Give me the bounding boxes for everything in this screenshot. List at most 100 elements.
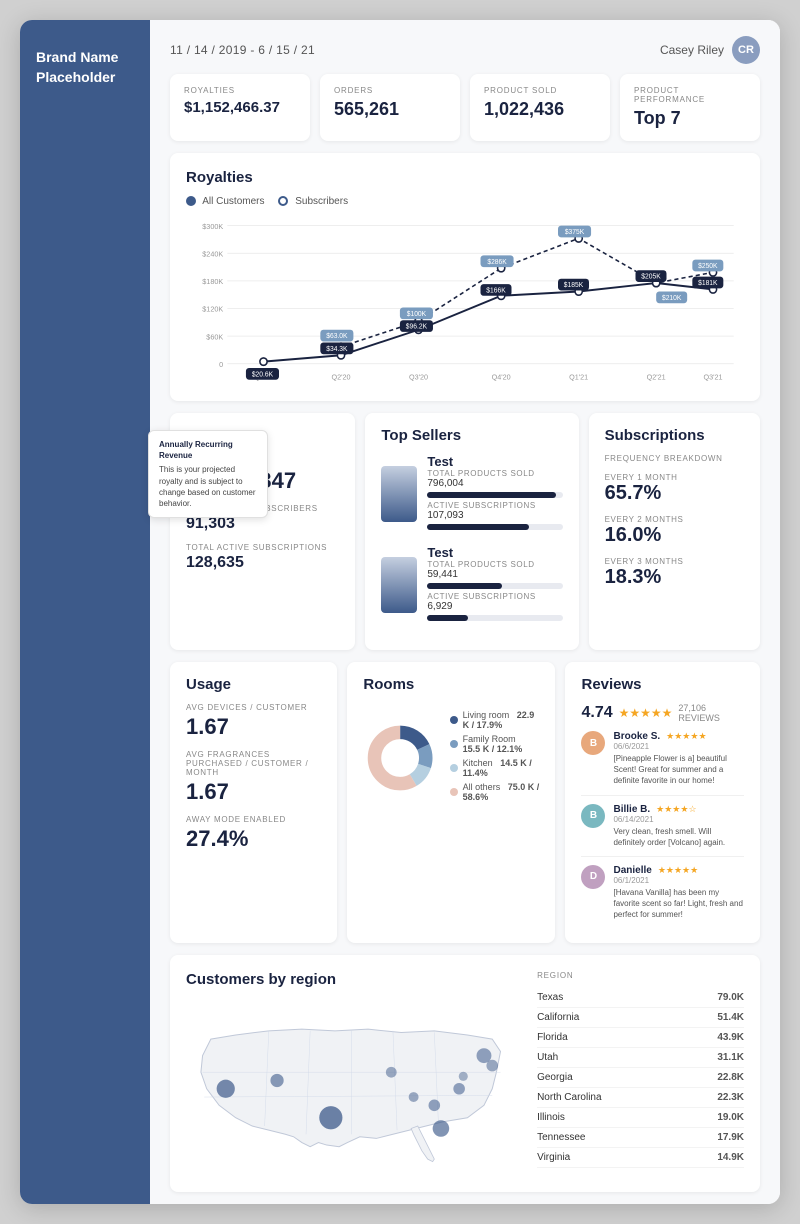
rooms-card: Rooms	[347, 662, 555, 943]
svg-text:$34.3K: $34.3K	[326, 346, 348, 353]
region-row-6: Illinois 19.0K	[537, 1108, 744, 1128]
reviewer-avatar-2: D	[581, 865, 605, 889]
subscriptions-card: Subscriptions FREQUENCY BREAKDOWN EVERY …	[589, 413, 760, 650]
review-text-0: [Pineapple Flower is a] beautiful Scent!…	[613, 753, 744, 787]
region-val-6: 19.0K	[717, 1112, 744, 1123]
seller-subs-val-1: 6,929	[427, 601, 562, 612]
svg-text:Q2'20: Q2'20	[331, 373, 350, 382]
devices-value: 1.67	[186, 714, 321, 740]
seller-subs-label-1: ACTIVE SUBSCRIPTIONS	[427, 592, 562, 601]
kpi-products-value: 1,022,436	[484, 99, 596, 120]
legend-sub: Subscribers	[278, 196, 348, 207]
region-name-3: Utah	[537, 1052, 558, 1063]
fragrances-value: 1.67	[186, 779, 321, 805]
kpi-royalties-value: $1,152,466.37	[184, 99, 296, 116]
donut-wrap: Living room 22.9 K / 17.9% Family Room 1…	[363, 703, 539, 813]
us-map-svg	[186, 1006, 517, 1172]
legend-family-room: Family Room 15.5 K / 12.1%	[450, 734, 540, 754]
bottom-mid-row: Usage AVG DEVICES / CUSTOMER 1.67 AVG FR…	[150, 662, 780, 955]
freq-item-2: EVERY 3 MONTHS 18.3%	[605, 557, 744, 589]
seller-products-val-1: 59,441	[427, 569, 562, 580]
sellers-title: Top Sellers	[381, 427, 562, 444]
region-val-8: 14.9K	[717, 1152, 744, 1163]
legend-kitchen-text: Kitchen 14.5 K / 11.4%	[463, 758, 540, 778]
reviewer-avatar-0: B	[581, 731, 605, 755]
freq-value-1: 16.0%	[605, 524, 744, 547]
freq-label-0: EVERY 1 MONTH	[605, 473, 744, 482]
kpi-performance: PRODUCT PERFORMANCE Top 7	[620, 74, 760, 141]
overall-stars: ★★★★★	[619, 706, 673, 720]
seller-name-0: Test	[427, 454, 562, 469]
review-text-2: [Havana Vanilla] has been my favorite sc…	[613, 887, 744, 921]
kpi-orders-label: ORDERS	[334, 86, 446, 95]
region-name-4: Georgia	[537, 1072, 573, 1083]
main-content: 11 / 14 / 2019 - 6 / 15 / 21 Casey Riley…	[150, 20, 780, 1204]
seller-subs-label-0: ACTIVE SUBSCRIPTIONS	[427, 501, 562, 510]
reviews-count: 27,106 REVIEWS	[678, 703, 744, 723]
subs-subtitle: FREQUENCY BREAKDOWN	[605, 454, 744, 463]
fragrances-label: AVG FRAGRANCES PURCHASED / CUSTOMER / MO…	[186, 750, 321, 777]
region-val-2: 43.9K	[717, 1032, 744, 1043]
svg-text:Q2'21: Q2'21	[647, 373, 666, 382]
reviewer-name-0: Brooke S.	[613, 731, 660, 742]
seller-products-val-0: 796,004	[427, 478, 562, 489]
devices-label: AVG DEVICES / CUSTOMER	[186, 703, 321, 712]
region-name-7: Tennessee	[537, 1132, 585, 1143]
reviewer-avatar-1: B	[581, 804, 605, 828]
region-row-0: Texas 79.0K	[537, 988, 744, 1008]
svg-text:$286K: $286K	[487, 259, 507, 266]
svg-text:Q3'20: Q3'20	[409, 373, 428, 382]
review-content-2: Danielle ★★★★★ 06/1/2021 [Havana Vanilla…	[613, 865, 744, 921]
top-bar: 11 / 14 / 2019 - 6 / 15 / 21 Casey Riley…	[150, 20, 780, 74]
region-val-3: 31.1K	[717, 1052, 744, 1063]
avatar: CR	[732, 36, 760, 64]
svg-text:$120K: $120K	[202, 305, 223, 314]
reviewer-stars-0: ★★★★★	[666, 731, 706, 742]
freq-value-0: 65.7%	[605, 482, 744, 505]
review-item-1: B Billie B. ★★★★☆ 06/14/2021 Very clean,…	[581, 804, 744, 857]
products-bar-fill-0	[427, 492, 555, 498]
svg-text:$180K: $180K	[202, 277, 223, 286]
svg-text:$300K: $300K	[202, 222, 223, 231]
review-content-0: Brooke S. ★★★★★ 06/6/2021 [Pineapple Flo…	[613, 731, 744, 787]
svg-text:$205K: $205K	[641, 274, 661, 281]
seller-info-0: Test TOTAL PRODUCTS SOLD 796,004 ACTIVE …	[427, 454, 562, 533]
reviewer-name-1: Billie B.	[613, 804, 650, 815]
legend-all: All Customers	[186, 196, 264, 207]
region-row-3: Utah 31.1K	[537, 1048, 744, 1068]
usage-card: Usage AVG DEVICES / CUSTOMER 1.67 AVG FR…	[170, 662, 337, 943]
subscribers-value: 91,303	[186, 515, 339, 533]
legend-family-room-text: Family Room 15.5 K / 12.1%	[463, 734, 540, 754]
svg-text:0: 0	[219, 360, 223, 369]
kpi-performance-label: PRODUCT PERFORMANCE	[634, 86, 746, 104]
user-info: Casey Riley CR	[660, 36, 760, 64]
away-value: 27.4%	[186, 826, 321, 852]
region-row-5: North Carolina 22.3K	[537, 1088, 744, 1108]
reviewer-stars-2: ★★★★★	[658, 865, 698, 876]
review-item-0: B Brooke S. ★★★★★ 06/6/2021 [Pineapple F…	[581, 731, 744, 796]
subs-bar-fill-0	[427, 524, 528, 530]
overall-rating: 4.74 ★★★★★ 27,106 REVIEWS	[581, 703, 744, 723]
svg-text:$210K: $210K	[662, 295, 682, 302]
seller-img-1	[381, 557, 417, 613]
region-row-1: California 51.4K	[537, 1008, 744, 1028]
subs-bar-bg-1	[427, 615, 562, 621]
svg-text:Q1'21: Q1'21	[569, 373, 588, 382]
svg-text:$63.0K: $63.0K	[326, 333, 348, 340]
freq-label-1: EVERY 2 MONTHS	[605, 515, 744, 524]
seller-products-label-0: TOTAL PRODUCTS SOLD	[427, 469, 562, 478]
subscriptions-label: TOTAL ACTIVE SUBSCRIPTIONS	[186, 543, 339, 552]
review-date-1: 06/14/2021	[613, 815, 744, 824]
subs-bar-bg-0	[427, 524, 562, 530]
reviewer-stars-1: ★★★★☆	[656, 804, 696, 815]
kpi-row: ROYALTIES $1,152,466.37 ORDERS 565,261 P…	[150, 74, 780, 153]
mid-row: Revenue i ROYALTY ARR $1,524,347 TOTAL A…	[150, 413, 780, 662]
region-name-6: Illinois	[537, 1112, 565, 1123]
legend-kitchen: Kitchen 14.5 K / 11.4%	[450, 758, 540, 778]
region-val-5: 22.3K	[717, 1092, 744, 1103]
user-name: Casey Riley	[660, 43, 724, 57]
seller-item-0: Test TOTAL PRODUCTS SOLD 796,004 ACTIVE …	[381, 454, 562, 533]
customers-by-region: Customers by region	[170, 955, 760, 1193]
overall-rating-num: 4.74	[581, 704, 612, 722]
map-area: Customers by region	[186, 971, 517, 1177]
